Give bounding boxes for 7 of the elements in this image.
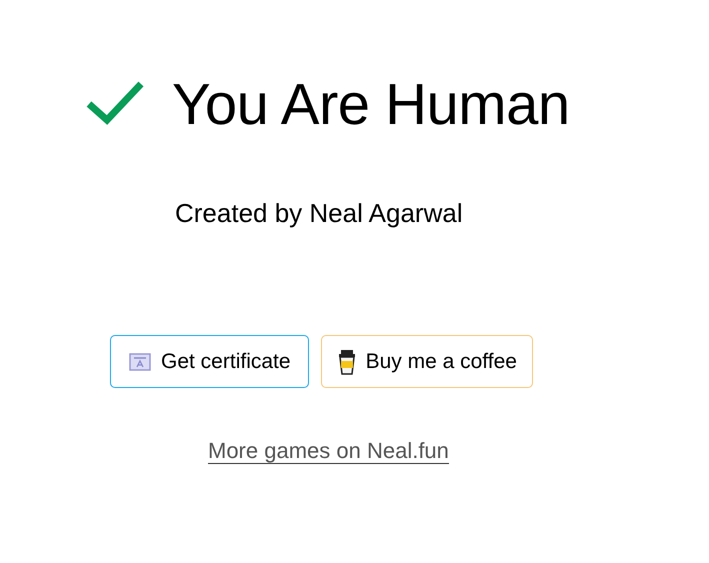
coffee-cup-icon (338, 348, 356, 374)
more-games-link[interactable]: More games on Neal.fun (208, 438, 449, 464)
page-title: You Are Human (172, 72, 570, 138)
certificate-button[interactable]: Get certificate (110, 335, 309, 388)
certificate-icon (129, 352, 151, 370)
coffee-button[interactable]: Buy me a coffee (320, 335, 533, 388)
author-credit: Created by Neal Agarwal (175, 198, 464, 228)
